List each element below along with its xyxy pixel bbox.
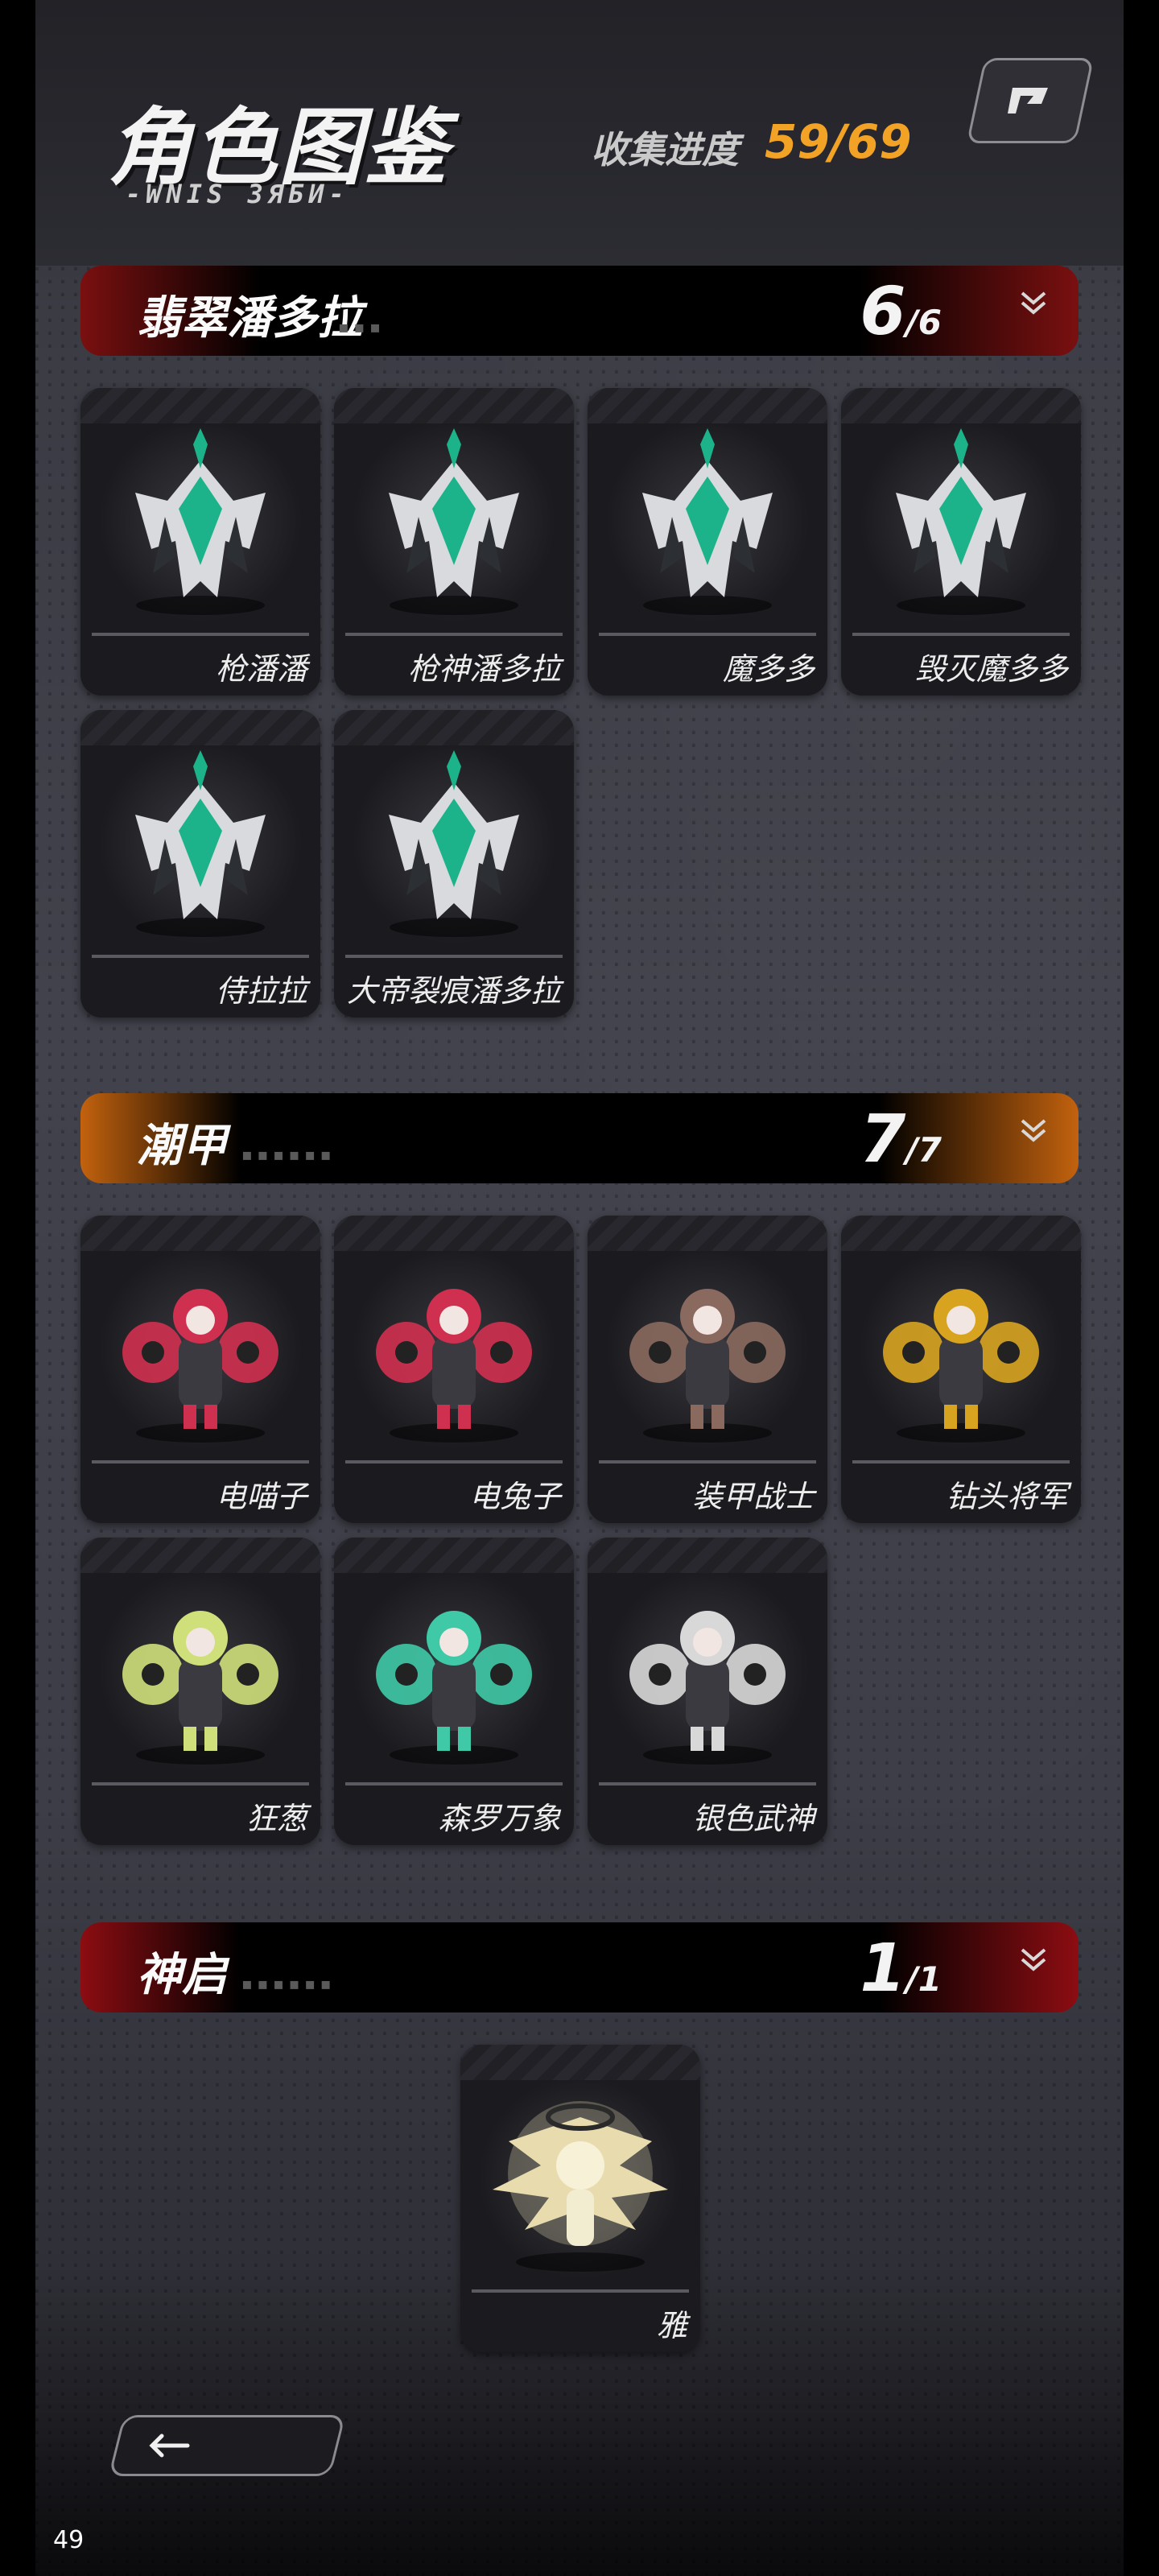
character-name: 毁灭魔多多 — [914, 651, 1068, 687]
character-name: 钻头将军 — [945, 1479, 1068, 1514]
mech-figure-icon — [376, 1289, 532, 1443]
character-card[interactable]: 枪神潘多拉 — [334, 388, 574, 696]
armored-figure-icon — [389, 428, 519, 615]
character-card[interactable]: 大帝裂痕潘多拉 — [334, 710, 574, 1018]
main-frame: 角色图鉴 -WNIS ЗЯБИ- 收集进度 59/69 翡翠潘多拉 ▪▪▪ 6/… — [35, 0, 1124, 2576]
section-header-tide-armor[interactable]: 潮甲 ▪▪▪▪▪▪ 7/7 — [80, 1093, 1079, 1183]
armored-figure-icon — [135, 428, 266, 615]
card-divider — [599, 1782, 816, 1785]
progress-label: 收集进度 — [591, 128, 739, 171]
character-name: 装甲战士 — [691, 1479, 815, 1514]
section-title: 潮甲 — [137, 1120, 227, 1172]
card-divider — [345, 955, 563, 958]
card-divider — [92, 1460, 309, 1463]
character-name: 狂葱 — [245, 1801, 307, 1836]
logo-icon — [1008, 88, 1048, 114]
card-divider — [345, 1782, 563, 1785]
character-card[interactable]: 森罗万象 — [334, 1538, 574, 1845]
arrow-left-icon — [149, 2434, 190, 2458]
card-divider — [599, 633, 816, 636]
winged-figure-icon — [493, 2101, 668, 2272]
character-name: 枪神潘多拉 — [407, 651, 561, 687]
character-card[interactable]: 狂葱 — [80, 1538, 320, 1845]
card-divider — [92, 1782, 309, 1785]
card-divider — [852, 1460, 1070, 1463]
section-count: 1/1 — [860, 1930, 942, 2007]
character-card[interactable]: 雅 — [460, 2045, 700, 2352]
chevron-down-icon[interactable] — [1016, 285, 1051, 320]
mech-figure-icon — [883, 1289, 1039, 1443]
character-name: 侍拉拉 — [215, 973, 307, 1009]
section-count: 7/7 — [860, 1101, 942, 1178]
character-name: 电兔子 — [468, 1479, 561, 1514]
mech-figure-icon — [122, 1289, 278, 1443]
page-subtitle: -WNIS ЗЯБИ- — [126, 179, 349, 209]
card-divider — [599, 1460, 816, 1463]
character-card[interactable]: 电兔子 — [334, 1216, 574, 1523]
section-title: 神启 — [137, 1949, 227, 2001]
decorative-dots: ▪▪▪▪▪▪ — [241, 1145, 336, 1164]
character-name: 银色武神 — [691, 1801, 815, 1836]
character-name: 魔多多 — [722, 651, 815, 687]
card-divider — [852, 633, 1070, 636]
armored-figure-icon — [896, 428, 1026, 615]
page-number: 49 — [53, 2526, 85, 2554]
character-name: 电喵子 — [215, 1479, 307, 1514]
mech-figure-icon — [376, 1611, 532, 1765]
character-card[interactable]: 钻头将军 — [841, 1216, 1081, 1523]
section-title: 翡翠潘多拉 — [137, 292, 362, 345]
character-card[interactable]: 枪潘潘 — [80, 388, 320, 696]
section-count: 6/6 — [860, 274, 942, 350]
character-card[interactable]: 侍拉拉 — [80, 710, 320, 1018]
card-divider — [92, 633, 309, 636]
menu-button[interactable] — [966, 58, 1095, 143]
armored-figure-icon — [389, 750, 519, 937]
character-name: 枪潘潘 — [215, 651, 307, 687]
back-button[interactable] — [108, 2415, 346, 2476]
armored-figure-icon — [642, 428, 773, 615]
section-header-divine-revelation[interactable]: 神启 ▪▪▪▪▪▪ 1/1 — [80, 1922, 1079, 2013]
card-divider — [345, 633, 563, 636]
chevron-down-icon[interactable] — [1016, 1113, 1051, 1148]
character-name: 大帝裂痕潘多拉 — [346, 973, 561, 1009]
decorative-dots: ▪▪▪ — [338, 317, 386, 336]
decorative-dots: ▪▪▪▪▪▪ — [241, 1974, 336, 1993]
mech-figure-icon — [629, 1289, 786, 1443]
character-name: 森罗万象 — [438, 1801, 561, 1836]
character-card[interactable]: 电喵子 — [80, 1216, 320, 1523]
progress-value: 59/69 — [765, 114, 912, 169]
character-card[interactable]: 银色武神 — [588, 1538, 827, 1845]
mech-figure-icon — [122, 1611, 278, 1765]
character-name: 雅 — [656, 2308, 687, 2343]
card-divider — [345, 1460, 563, 1463]
section-header-emerald-pandora[interactable]: 翡翠潘多拉 ▪▪▪ 6/6 — [80, 266, 1079, 356]
card-divider — [92, 955, 309, 958]
chevron-down-icon[interactable] — [1016, 1942, 1051, 1977]
character-card[interactable]: 魔多多 — [588, 388, 827, 696]
character-card[interactable]: 毁灭魔多多 — [841, 388, 1081, 696]
mech-figure-icon — [629, 1611, 786, 1765]
armored-figure-icon — [135, 750, 266, 937]
character-card[interactable]: 装甲战士 — [588, 1216, 827, 1523]
card-divider — [472, 2289, 689, 2293]
